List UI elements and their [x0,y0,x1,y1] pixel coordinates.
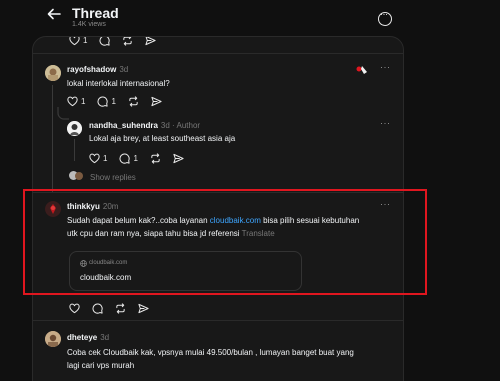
post-text: Lokal aja brey, at least southeast asia … [89,134,236,143]
comment-button[interactable]: 1 [119,153,138,164]
divider [33,320,403,321]
like-count: 1 [83,36,88,45]
avatar[interactable] [45,65,61,81]
avatar[interactable] [67,121,82,136]
repost-button[interactable] [150,153,161,164]
page-title: Thread [72,5,119,21]
repost-icon [129,96,138,107]
comment-icon [97,96,109,107]
heart-icon [89,153,100,164]
post-username[interactable]: dheteye 3d [67,333,109,342]
comment-button[interactable] [92,303,103,314]
repost-icon [151,153,160,164]
decorative-sticker-icon [356,66,367,74]
reply-count: 1 [133,154,138,163]
share-icon [145,37,157,46]
comment-icon [99,37,111,46]
divider [33,53,403,54]
more-options-icon[interactable]: ··· [380,62,391,72]
avatar [75,172,83,180]
post-action-row: 1 1 [67,96,162,107]
more-options-icon[interactable]: ··· [380,118,391,128]
like-button[interactable]: 1 [89,153,107,164]
like-count: 1 [103,154,108,163]
repost-icon [123,37,133,46]
comment-icon [92,303,103,314]
repost-icon [116,303,125,314]
post-username[interactable]: rayofshadow 3d [67,65,128,74]
repost-button[interactable] [122,37,133,46]
heart-icon [67,96,78,107]
repost-button[interactable] [115,303,126,314]
view-count: 1.4K views [72,21,106,28]
share-button[interactable] [138,303,149,314]
like-button[interactable]: 1 [67,96,85,107]
share-icon [151,96,162,107]
post-username[interactable]: nandha_suhendra 3d · Author [89,121,200,130]
comment-button[interactable]: 1 [97,96,116,107]
share-button[interactable] [151,96,162,107]
post-action-row [69,303,149,314]
top-bar: Thread 1.4K views [0,0,500,34]
show-replies-link[interactable]: Show replies [90,171,136,184]
post-text: lokal interlokal internasional? [67,79,170,88]
thread-line [52,85,54,193]
comment-icon [119,153,131,164]
comment-button[interactable] [99,37,111,46]
share-icon [173,153,184,164]
reply-count: 1 [111,97,116,106]
like-count: 1 [81,97,86,106]
more-circle-icon[interactable] [378,9,392,26]
share-button[interactable] [145,37,157,46]
post-text: Coba cek Cloudbaik kak, vpsnya mulai 49.… [67,348,354,370]
repost-button[interactable] [128,96,139,107]
reply-connector [57,107,69,120]
like-button[interactable]: 1 [69,36,88,46]
top-action-row: 1 [69,36,157,46]
like-button[interactable] [69,303,80,314]
highlight-box [23,189,427,295]
share-button[interactable] [173,153,184,164]
post-action-row: 1 1 [89,153,184,164]
share-icon [138,303,149,314]
thread-line [74,139,76,161]
back-arrow-icon[interactable] [46,6,62,22]
avatar[interactable] [45,331,61,347]
heart-icon [69,37,80,46]
heart-icon [69,303,80,314]
